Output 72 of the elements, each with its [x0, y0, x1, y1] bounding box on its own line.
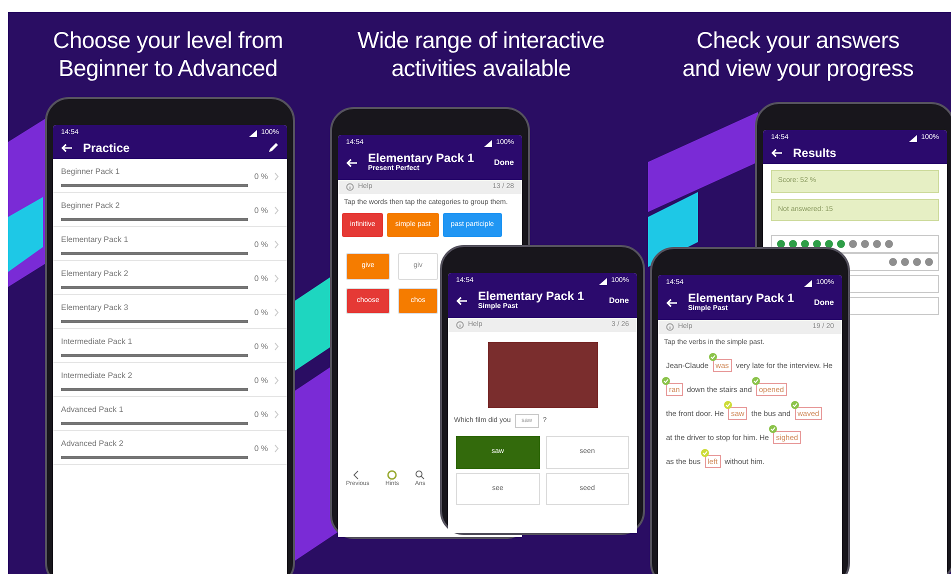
- signal-icon: [599, 278, 608, 285]
- back-arrow-icon[interactable]: [771, 146, 783, 159]
- answer-dot[interactable]: [900, 257, 910, 268]
- screen-title: Results: [793, 146, 836, 160]
- signal-icon: [804, 280, 812, 287]
- info-icon: [456, 320, 464, 329]
- pack-name: Intermediate Pack 1: [61, 336, 134, 348]
- answer-dot[interactable]: [924, 257, 934, 268]
- done-button[interactable]: Done: [609, 295, 629, 308]
- caption-text: Check your answers and view your progress: [681, 26, 915, 82]
- pack-name: Elementary Pack 3: [61, 302, 130, 314]
- screen-title: Elementary Pack 1: [478, 290, 584, 302]
- pack-row[interactable]: Intermediate Pack 1 0 %: [53, 329, 287, 364]
- info-icon: [346, 182, 354, 191]
- pack-name: Advanced Pack 1: [61, 404, 124, 416]
- pack-percent: 0 %: [254, 170, 268, 183]
- pack-row[interactable]: Beginner Pack 2 0 %: [53, 193, 287, 228]
- pack-percent: 0 %: [254, 272, 268, 285]
- pack-percent: 0 %: [254, 442, 268, 455]
- signal-icon: [249, 130, 258, 137]
- chevron-right-icon: [274, 444, 279, 454]
- chevron-right-icon: [274, 410, 279, 420]
- chevron-right-icon: [274, 206, 279, 216]
- pack-row[interactable]: Elementary Pack 1 0 %: [53, 227, 287, 262]
- pack-row[interactable]: Intermediate Pack 2 0 %: [53, 363, 287, 398]
- signal-icon: [909, 134, 918, 142]
- done-button[interactable]: Done: [494, 157, 514, 170]
- back-arrow-icon[interactable]: [666, 297, 678, 310]
- chevron-right-icon: [274, 240, 279, 250]
- back-arrow-icon[interactable]: [456, 295, 468, 308]
- screen-title: Elementary Pack 1: [368, 152, 474, 164]
- chevron-right-icon: [274, 376, 279, 386]
- signal-icon: [484, 140, 492, 147]
- pack-row[interactable]: Advanced Pack 1 0 %: [53, 397, 287, 432]
- chevron-right-icon: [274, 274, 279, 284]
- chevron-right-icon: [274, 342, 279, 352]
- answer-dot[interactable]: [884, 239, 894, 250]
- ring-icon: [387, 470, 398, 480]
- pack-name: Elementary Pack 1: [61, 234, 130, 246]
- answer-dot[interactable]: [860, 239, 870, 250]
- pack-percent: 0 %: [254, 340, 268, 353]
- pack-row[interactable]: Beginner Pack 1 0 %: [53, 159, 287, 194]
- pencil-icon[interactable]: [268, 142, 279, 154]
- pack-name: Intermediate Pack 2: [61, 370, 134, 382]
- pack-name: Elementary Pack 2: [61, 268, 130, 280]
- chevron-right-icon: [274, 308, 279, 318]
- pack-name: Advanced Pack 2: [61, 438, 124, 450]
- screen-title: Elementary Pack 1: [688, 292, 794, 304]
- pack-percent: 0 %: [254, 204, 268, 217]
- pack-name: Beginner Pack 1: [61, 166, 121, 178]
- pack-percent: 0 %: [254, 238, 268, 251]
- chevron-right-icon: [274, 172, 279, 182]
- answer-dot[interactable]: [888, 257, 898, 268]
- back-arrow-icon[interactable]: [346, 157, 358, 170]
- back-arrow-icon[interactable]: [61, 142, 73, 154]
- info-icon: [666, 322, 674, 331]
- pack-percent: 0 %: [254, 374, 268, 387]
- screen-title: Practice: [83, 142, 130, 154]
- search-icon: [415, 470, 426, 480]
- pack-percent: 0 %: [254, 306, 268, 319]
- pack-row[interactable]: Elementary Pack 3 0 %: [53, 295, 287, 330]
- done-button[interactable]: Done: [814, 297, 834, 310]
- answer-dot[interactable]: [848, 239, 858, 250]
- answer-dot[interactable]: [912, 257, 922, 268]
- pack-row[interactable]: Elementary Pack 2 0 %: [53, 261, 287, 296]
- caption-text: Choose your level from Beginner to Advanced: [52, 26, 284, 82]
- answer-dot[interactable]: [872, 239, 882, 250]
- caption-text: Wide range of interactive activities available: [356, 26, 606, 82]
- pack-name: Beginner Pack 2: [61, 200, 121, 212]
- pack-row[interactable]: Advanced Pack 2 0 %: [53, 431, 287, 466]
- answer-dot[interactable]: [836, 239, 846, 250]
- pack-percent: 0 %: [254, 408, 268, 421]
